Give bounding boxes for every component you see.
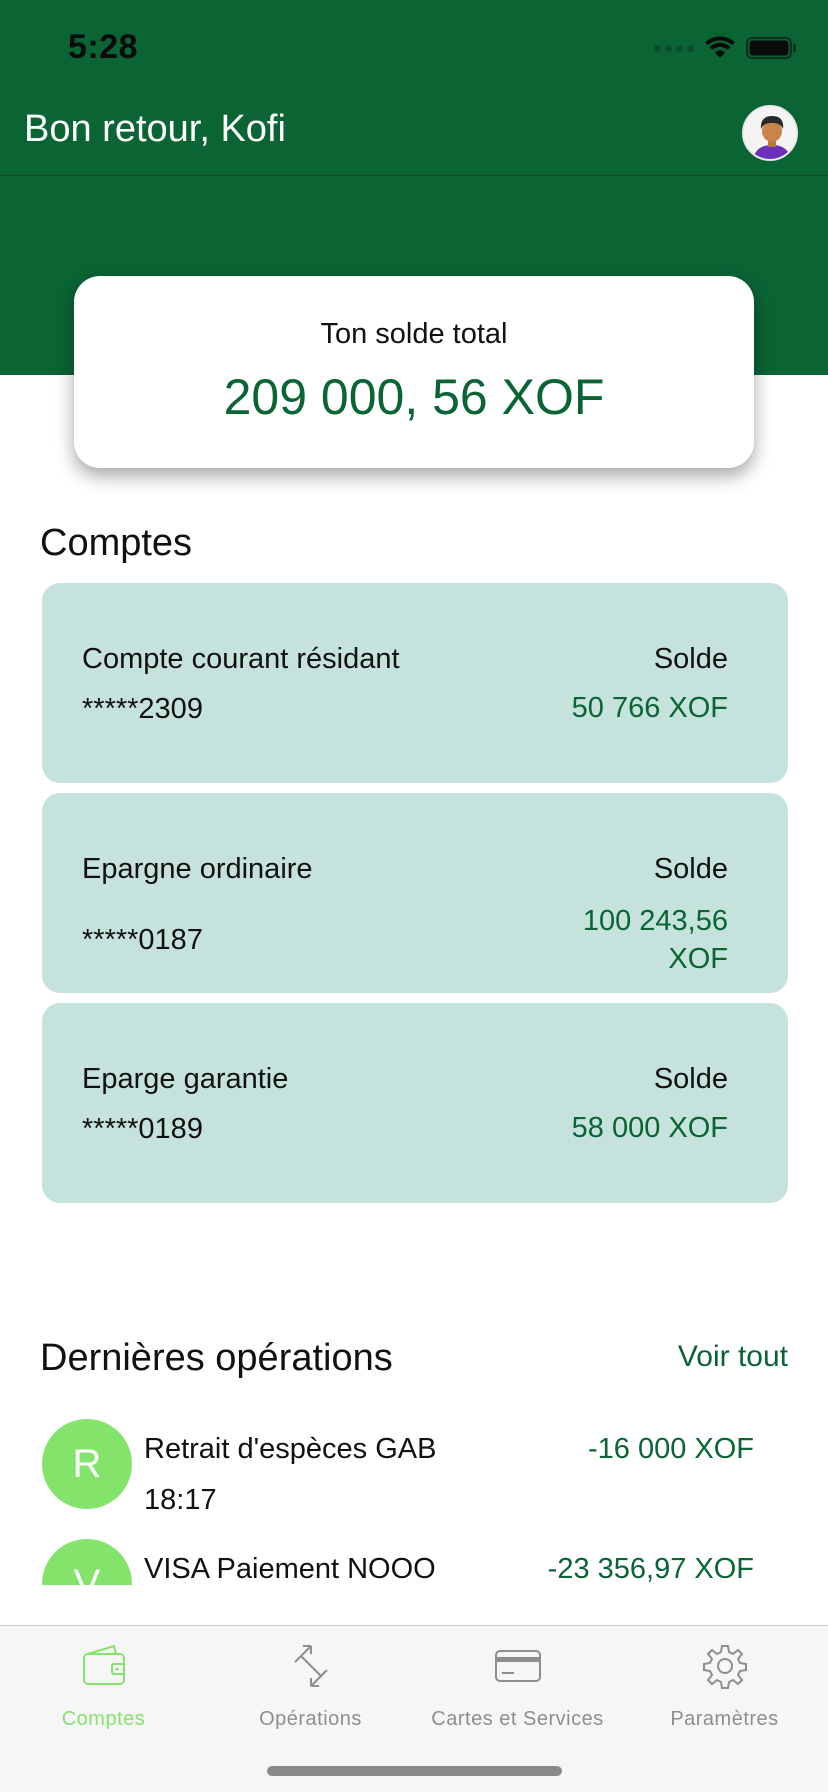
see-all-link[interactable]: Voir tout: [678, 1340, 788, 1374]
account-solde-label: Solde: [653, 1063, 728, 1095]
operation-item[interactable]: R Retrait d'espèces GAB 18:17 -16 000 XO…: [42, 1419, 772, 1519]
account-name: Epargne ordinaire: [82, 853, 313, 885]
account-balance: 58 000 XOF: [571, 1112, 728, 1144]
avatar-icon: [744, 107, 796, 159]
operations-list: R Retrait d'espèces GAB 18:17 -16 000 XO…: [0, 1405, 828, 1585]
operation-title: VISA Paiement NOOO: [144, 1553, 436, 1585]
account-name: Compte courant résidant: [82, 643, 400, 675]
operation-title: Retrait d'espèces GAB: [144, 1433, 437, 1465]
status-bar: 5:28: [0, 0, 828, 100]
status-time: 5:28: [68, 28, 139, 66]
profile-avatar[interactable]: [742, 105, 798, 161]
account-solde-label: Solde: [653, 853, 728, 885]
tab-comptes[interactable]: Comptes: [0, 1626, 207, 1736]
tab-label: Cartes et Services: [431, 1708, 604, 1730]
tab-label: Opérations: [259, 1708, 362, 1730]
operation-amount: -23 356,97 XOF: [547, 1553, 754, 1585]
account-card[interactable]: Compte courant résidant *****2309 Solde …: [42, 583, 788, 783]
account-balance: 50 766 XOF: [571, 692, 728, 724]
tab-operations[interactable]: Opérations: [207, 1626, 414, 1736]
top-nav: Bon retour, Kofi: [0, 100, 828, 176]
account-card[interactable]: Eparge garantie *****0189 Solde 58 000 X…: [42, 1003, 788, 1203]
operation-initial-avatar: R: [42, 1419, 132, 1509]
tab-label: Comptes: [61, 1708, 146, 1730]
card-icon: [494, 1650, 541, 1682]
accounts-section-title: Comptes: [40, 522, 193, 564]
account-number: *****0187: [82, 924, 203, 956]
battery-icon: [746, 37, 796, 59]
account-card[interactable]: Epargne ordinaire *****0187 Solde 100 24…: [42, 793, 788, 993]
status-icons: [654, 36, 798, 60]
cellular-signal-icon: [654, 44, 694, 52]
account-number: *****0189: [82, 1113, 203, 1145]
operation-initial-avatar: V: [42, 1539, 132, 1585]
account-name: Eparge garantie: [82, 1063, 289, 1095]
account-number: *****2309: [82, 693, 203, 725]
account-balance: 100 243,56 XOF: [582, 905, 728, 975]
total-balance-value: 209 000, 56 XOF: [223, 369, 605, 425]
wifi-icon: [705, 36, 735, 58]
account-solde-label: Solde: [653, 643, 728, 675]
total-balance-card: Ton solde total 209 000, 56 XOF: [74, 276, 754, 468]
gear-icon: [702, 1645, 747, 1689]
tab-label: Paramètres: [670, 1708, 779, 1730]
wallet-icon: [82, 1644, 125, 1685]
home-indicator: [267, 1766, 562, 1776]
operation-amount: -16 000 XOF: [587, 1433, 754, 1465]
operation-item[interactable]: V VISA Paiement NOOO -23 356,97 XOF: [42, 1539, 772, 1585]
tab-parametres[interactable]: Paramètres: [621, 1626, 828, 1736]
transfer-arrows-icon: [293, 1645, 328, 1687]
operation-time: 18:17: [144, 1484, 217, 1516]
greeting-title: Bon retour, Kofi: [24, 108, 286, 150]
tab-cartes-services[interactable]: Cartes et Services: [414, 1626, 621, 1736]
operations-section-title: Dernières opérations: [40, 1337, 393, 1379]
total-balance-label: Ton solde total: [320, 318, 508, 350]
